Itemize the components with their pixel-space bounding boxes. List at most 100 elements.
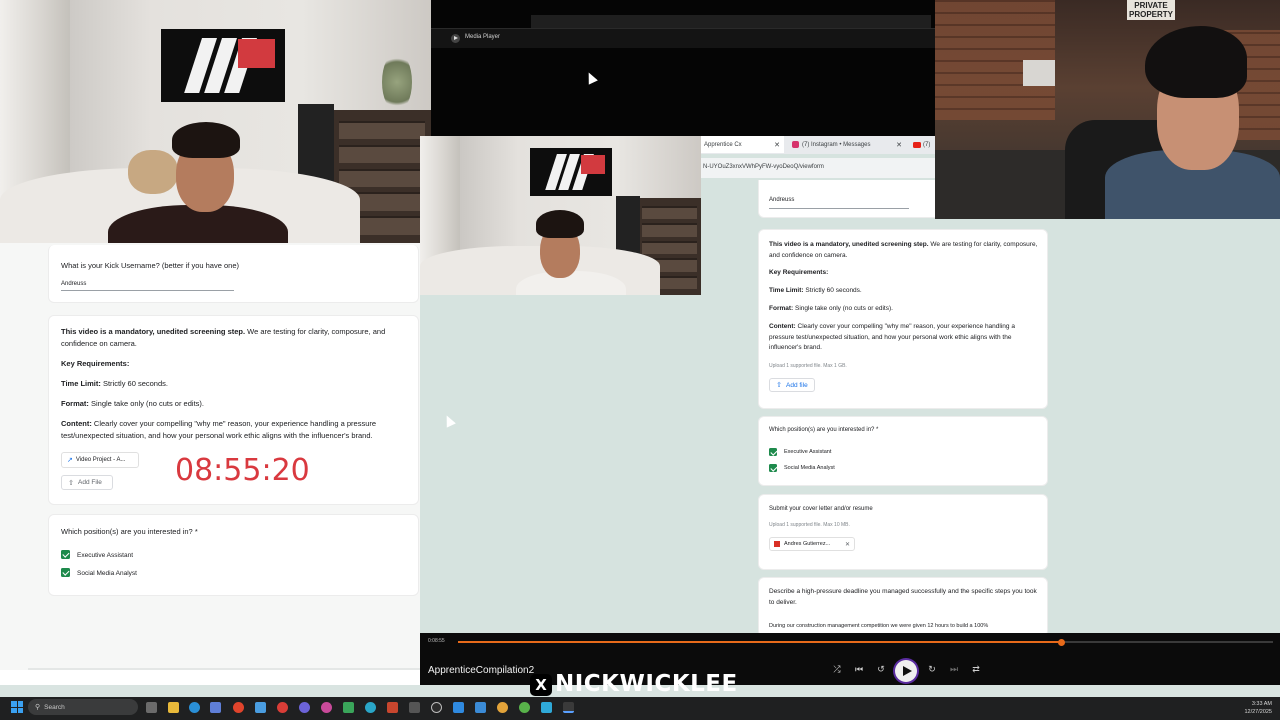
taskbar-search[interactable]: ⚲ Search — [28, 699, 138, 715]
right-checkbox-executive-assistant[interactable] — [769, 448, 777, 456]
video-intro: This video is a mandatory, unedited scre… — [61, 326, 406, 350]
app-icon[interactable] — [255, 702, 266, 713]
browser-tabstrip: Apprentice Cx ✕ (7) Instagram • Messages… — [700, 136, 936, 154]
person-hair — [172, 122, 240, 158]
recording-timer: 08:55:20 — [175, 453, 310, 488]
right-content: Content: Clearly cover your compelling "… — [769, 322, 1041, 354]
content: Content: Clearly cover your compelling "… — [61, 418, 406, 442]
tab-instagram[interactable]: (7) Instagram • Messages ✕ — [788, 136, 904, 153]
chrome-icon[interactable] — [233, 702, 244, 713]
forward-icon[interactable]: ↻ — [925, 664, 939, 675]
repeat-icon[interactable]: ⇄ — [969, 664, 983, 675]
seek-handle[interactable] — [1057, 638, 1065, 646]
right-add-file-label: Add file — [786, 381, 808, 389]
edge-icon[interactable] — [189, 702, 200, 713]
close-icon[interactable]: ✕ — [774, 141, 780, 149]
format: Format: Single take only (no cuts or edi… — [61, 398, 204, 410]
video-requirements-card: This video is a mandatory, unedited scre… — [48, 315, 419, 505]
video-title: ApprenticeCompilation2 — [428, 665, 535, 676]
chrome-icon[interactable] — [497, 702, 508, 713]
app-icon[interactable] — [541, 702, 552, 713]
close-icon[interactable]: ✕ — [845, 541, 850, 548]
username-card: What is your Kick Username? (better if y… — [48, 245, 419, 303]
tab-apprentice[interactable]: Apprentice Cx ✕ — [700, 136, 784, 153]
file-explorer-icon[interactable] — [168, 702, 179, 713]
positions-question: Which position(s) are you interested in?… — [61, 527, 198, 536]
right-position-option-social-media-analyst: Social Media Analyst — [784, 465, 835, 471]
position-option-social-media-analyst: Social Media Analyst — [77, 570, 137, 577]
media-player-taskbar-icon[interactable] — [563, 702, 574, 713]
left-form-panel: What is your Kick Username? (better if y… — [0, 243, 422, 685]
key-requirements-heading: Key Requirements: — [61, 359, 130, 368]
pdf-icon — [774, 541, 780, 547]
right-format: Format: Single take only (no cuts or edi… — [769, 304, 893, 315]
username-answer[interactable]: Andreuss — [61, 281, 86, 287]
elapsed-time: 0:08:55 — [428, 638, 445, 644]
right-key-requirements-heading: Key Requirements: — [769, 269, 829, 276]
right-positions-question: Which position(s) are you interested in?… — [769, 427, 879, 433]
tab-youtube[interactable]: (7) — [910, 136, 936, 153]
chrome-icon[interactable] — [321, 702, 332, 713]
chrome-icon[interactable] — [277, 702, 288, 713]
checkbox-executive-assistant[interactable] — [61, 550, 70, 559]
webcam-right: PRIVATE PROPERTY — [935, 0, 1280, 219]
video-intro-bold: This video is a mandatory, unedited scre… — [61, 327, 246, 336]
add-file-button[interactable]: ⇧ Add File — [61, 475, 113, 490]
next-icon[interactable]: ⏭ — [947, 664, 961, 675]
username-question: What is your Kick Username? (better if y… — [61, 261, 239, 270]
task-view-icon[interactable] — [146, 702, 157, 713]
tab-apprentice-label: Apprentice Cx — [704, 141, 742, 148]
address-bar[interactable]: N-UYOuZ3xnxVWhPyFW-vyoDeoQ/viewform — [700, 158, 936, 178]
right-time-limit-label: Time Limit: — [769, 287, 804, 294]
discord-icon[interactable] — [299, 702, 310, 713]
taskbar: ⚲ Search 3:33 AM 12/27/2025 — [0, 697, 1280, 720]
close-icon[interactable]: ✕ — [896, 141, 902, 149]
address-bar-url: N-UYOuZ3xnxVWhPyFW-vyoDeoQ/viewform — [703, 164, 824, 170]
app-icon[interactable] — [453, 702, 464, 713]
play-button[interactable] — [895, 660, 917, 682]
right-video-requirements-card: This video is a mandatory, unedited scre… — [758, 229, 1048, 409]
app-icon[interactable] — [365, 702, 376, 713]
deadline-answer[interactable]: During our construction management compe… — [769, 621, 988, 632]
webcam-center — [420, 136, 701, 295]
taskbar-time[interactable]: 3:33 AM — [1226, 701, 1272, 707]
windows-icon[interactable] — [11, 701, 23, 713]
position-option-executive-assistant: Executive Assistant — [77, 552, 133, 559]
checkbox-social-media-analyst[interactable] — [61, 568, 70, 577]
app-icon[interactable] — [343, 702, 354, 713]
app-icon[interactable] — [387, 702, 398, 713]
app-icon[interactable] — [475, 702, 486, 713]
shuffle-icon[interactable]: ⤮ — [830, 664, 844, 675]
pillow — [128, 150, 178, 194]
media-player-title: Media Player — [465, 34, 501, 40]
chrome-icon[interactable] — [519, 702, 530, 713]
wall-flag — [161, 29, 285, 102]
media-player-titlebar[interactable]: Media Player — [431, 28, 935, 48]
username-underline — [61, 290, 234, 291]
store-icon[interactable] — [210, 702, 221, 713]
resume-file-chip[interactable]: Andres Gutierrez... ✕ — [769, 537, 855, 551]
plant — [382, 52, 412, 112]
taskbar-date[interactable]: 12/27/2025 — [1226, 709, 1272, 715]
webcam-left — [0, 0, 431, 243]
right-add-file-button[interactable]: ⇧ Add file — [769, 378, 815, 392]
right-username-answer[interactable]: Andreuss — [769, 197, 794, 203]
cover-letter-card: Submit your cover letter and/or resume U… — [758, 494, 1048, 570]
rewind-icon[interactable]: ↺ — [874, 664, 888, 675]
tab-youtube-label: (7) — [923, 141, 931, 148]
search-icon: ⚲ — [35, 704, 41, 711]
attached-video-chip[interactable]: ↗ Video Project - A... — [61, 452, 139, 468]
right-content-value: Clearly cover your compelling "why me" r… — [769, 323, 1015, 351]
right-content-label: Content: — [769, 323, 796, 330]
private-property-sign: PRIVATE PROPERTY — [1127, 0, 1175, 20]
wall-panel — [1023, 60, 1055, 86]
add-file-label: Add File — [78, 479, 102, 486]
content-label: Content: — [61, 419, 92, 428]
time-limit-value: Strictly 60 seconds. — [100, 379, 168, 388]
previous-icon[interactable]: ⏮ — [852, 664, 866, 675]
time-limit-label: Time Limit: — [61, 379, 101, 388]
obs-icon[interactable] — [431, 702, 442, 713]
app-icon[interactable] — [409, 702, 420, 713]
right-time-limit-value: Strictly 60 seconds. — [803, 287, 862, 294]
right-checkbox-social-media-analyst[interactable] — [769, 464, 777, 472]
